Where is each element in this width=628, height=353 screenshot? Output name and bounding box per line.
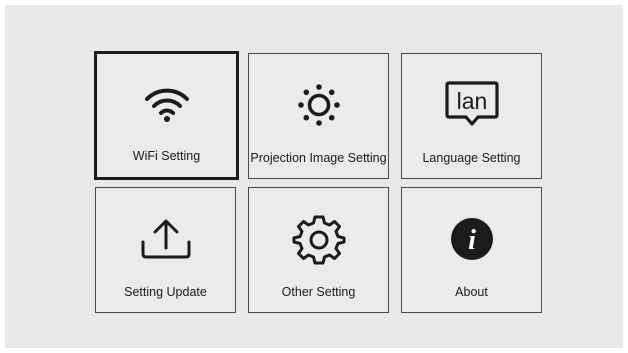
wifi-icon xyxy=(97,80,236,126)
about-tile[interactable]: i About xyxy=(401,187,542,313)
settings-screen: WiFi Setting Projection Image Setting la… xyxy=(5,5,623,348)
wifi-setting-tile[interactable]: WiFi Setting xyxy=(94,51,239,180)
lan-icon: lan xyxy=(402,81,541,128)
setting-update-label: Setting Update xyxy=(124,285,207,299)
projection-image-setting-label: Projection Image Setting xyxy=(250,151,387,165)
language-setting-label: Language Setting xyxy=(422,151,521,165)
info-icon: i xyxy=(402,216,541,262)
other-setting-label: Other Setting xyxy=(281,285,356,299)
wifi-setting-label: WiFi Setting xyxy=(132,149,201,163)
other-setting-tile[interactable]: Other Setting xyxy=(248,187,389,313)
projection-image-setting-tile[interactable]: Projection Image Setting xyxy=(248,53,389,179)
setting-update-tile[interactable]: Setting Update xyxy=(95,187,236,313)
upload-icon xyxy=(96,216,235,262)
about-label: About xyxy=(455,285,488,299)
brightness-icon xyxy=(249,82,388,128)
info-icon-text: i xyxy=(468,225,476,256)
gear-icon xyxy=(249,215,388,265)
lan-icon-text: lan xyxy=(456,88,487,114)
language-setting-tile[interactable]: lan Language Setting xyxy=(401,53,542,179)
